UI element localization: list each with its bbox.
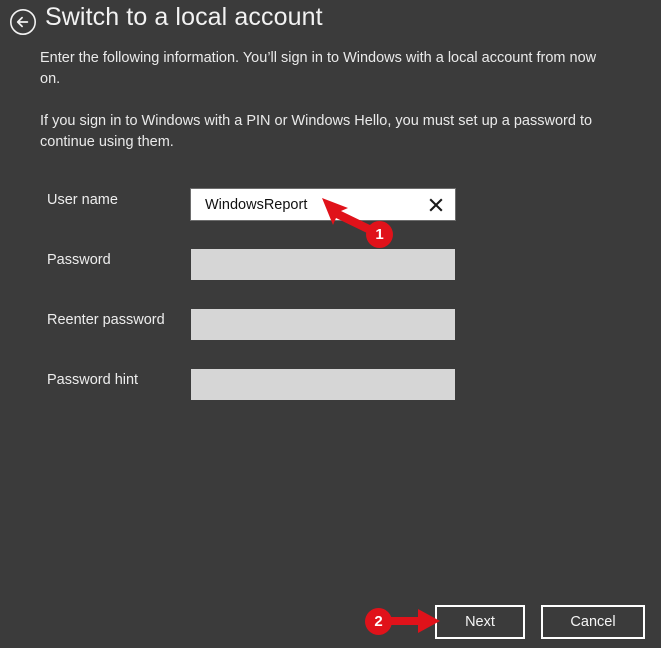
intro-text: Enter the following information. You’ll … — [40, 48, 610, 153]
dialog-footer: Next Cancel — [0, 605, 661, 641]
label-username: User name — [47, 192, 118, 208]
cancel-button[interactable]: Cancel — [541, 605, 645, 639]
reenter-password-input[interactable] — [191, 309, 455, 340]
username-value: WindowsReport — [205, 196, 308, 213]
field-row-password-hint: Password hint — [0, 360, 661, 420]
label-password-hint: Password hint — [47, 372, 139, 388]
local-account-form: User name WindowsReport Password Reenter… — [0, 180, 661, 420]
field-row-username: User name WindowsReport — [0, 180, 661, 240]
label-reenter-password: Reenter password — [47, 312, 165, 328]
password-hint-input[interactable] — [191, 369, 455, 400]
field-row-password: Password — [0, 240, 661, 300]
close-x-icon[interactable] — [427, 196, 445, 214]
username-input[interactable]: WindowsReport — [190, 188, 456, 221]
back-arrow-circle-icon[interactable] — [9, 8, 37, 36]
next-button[interactable]: Next — [435, 605, 525, 639]
label-password: Password — [47, 252, 111, 268]
password-input[interactable] — [191, 249, 455, 280]
page-header: Switch to a local account — [0, 0, 661, 44]
intro-paragraph-1: Enter the following information. You’ll … — [40, 50, 597, 87]
field-row-reenter-password: Reenter password — [0, 300, 661, 360]
page-title: Switch to a local account — [45, 3, 323, 31]
intro-paragraph-2: If you sign in to Windows with a PIN or … — [40, 113, 593, 150]
